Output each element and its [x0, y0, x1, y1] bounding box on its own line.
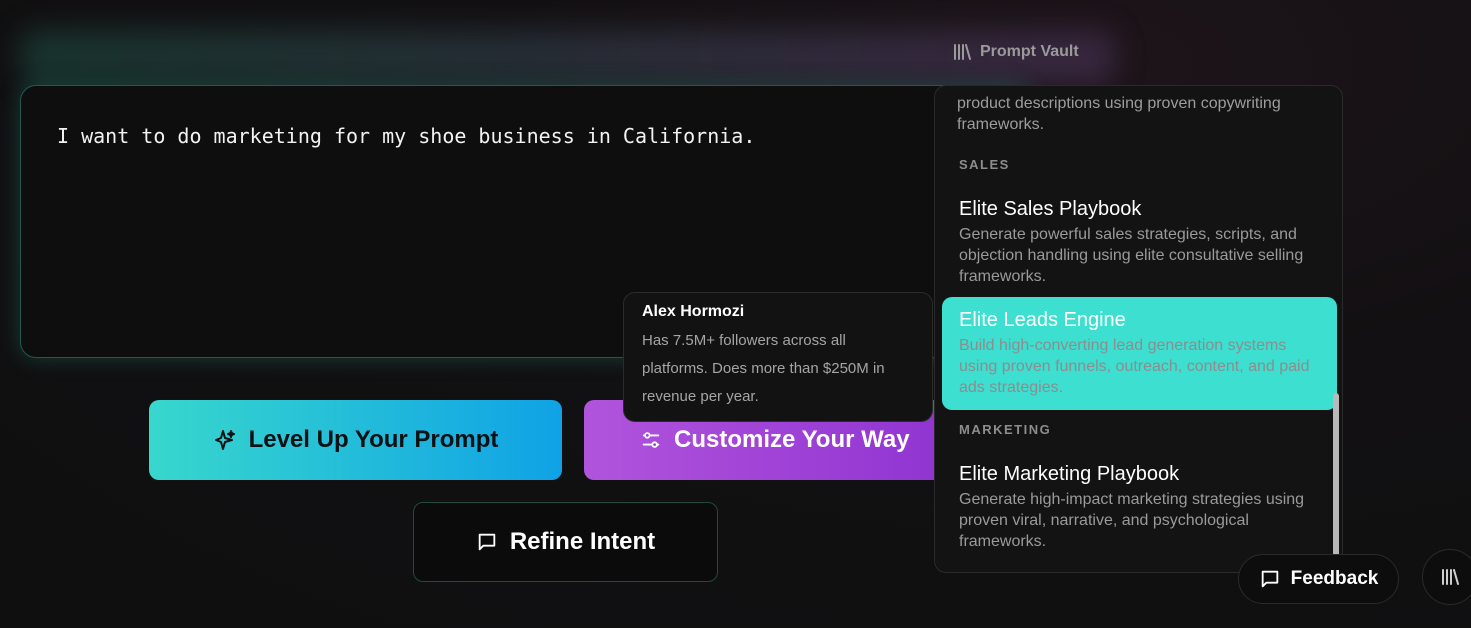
feedback-button[interactable]: Feedback [1238, 554, 1399, 604]
refine-intent-button[interactable]: Refine Intent [413, 502, 718, 582]
vault-item-description: Generate high-impact marketing strategie… [959, 491, 1305, 550]
dropdown-scrollbar[interactable] [1333, 393, 1339, 565]
vault-item-description: Generate powerful sales strategies, scri… [959, 226, 1304, 285]
vault-item-elite-sales-playbook[interactable]: Elite Sales Playbook Generate powerful s… [935, 188, 1342, 297]
message-icon [478, 533, 496, 551]
refine-intent-label: Refine Intent [509, 528, 656, 555]
vault-item-title: Elite Marketing Playbook [959, 463, 1180, 485]
library-icon [954, 44, 971, 60]
category-label-marketing: MARKETING [959, 422, 1052, 437]
sliders-icon [642, 432, 660, 448]
prompt-text[interactable]: I want to do marketing for my shoe busin… [57, 124, 755, 148]
vault-item-elite-marketing-playbook[interactable]: Elite Marketing Playbook Generate high-i… [935, 453, 1342, 562]
prompt-vault-button[interactable]: Prompt Vault [952, 42, 1079, 62]
customize-label: Customize Your Way [674, 426, 910, 453]
vault-item-elite-leads-engine[interactable]: Elite Leads Engine Build high-converting… [942, 297, 1337, 410]
prompt-vault-dropdown[interactable]: product descriptions using proven copywr… [934, 85, 1343, 573]
vault-item-title: Elite Leads Engine [959, 309, 1126, 331]
feedback-label: Feedback [1290, 568, 1379, 589]
expert-tooltip: Alex Hormozi Has 7.5M+ followers across … [623, 292, 933, 422]
prompt-vault-label: Prompt Vault [980, 43, 1079, 60]
tooltip-name: Alex Hormozi [642, 303, 745, 320]
vault-fab-button[interactable] [1422, 549, 1471, 605]
vault-item-title: Elite Sales Playbook [959, 198, 1142, 220]
category-label-sales: SALES [959, 157, 1010, 172]
sparkle-icon [214, 430, 235, 450]
message-icon [1261, 570, 1278, 588]
library-icon [1442, 569, 1459, 585]
level-up-button[interactable]: Level Up Your Prompt [149, 400, 562, 480]
tooltip-description: Has 7.5M+ followers across all platforms… [642, 332, 885, 405]
header-glow-bar [20, 30, 1115, 85]
vault-item-description: Build high-converting lead generation sy… [959, 337, 1310, 396]
level-up-label: Level Up Your Prompt [248, 426, 499, 453]
dropdown-partial-text: product descriptions using proven copywr… [957, 95, 1281, 133]
